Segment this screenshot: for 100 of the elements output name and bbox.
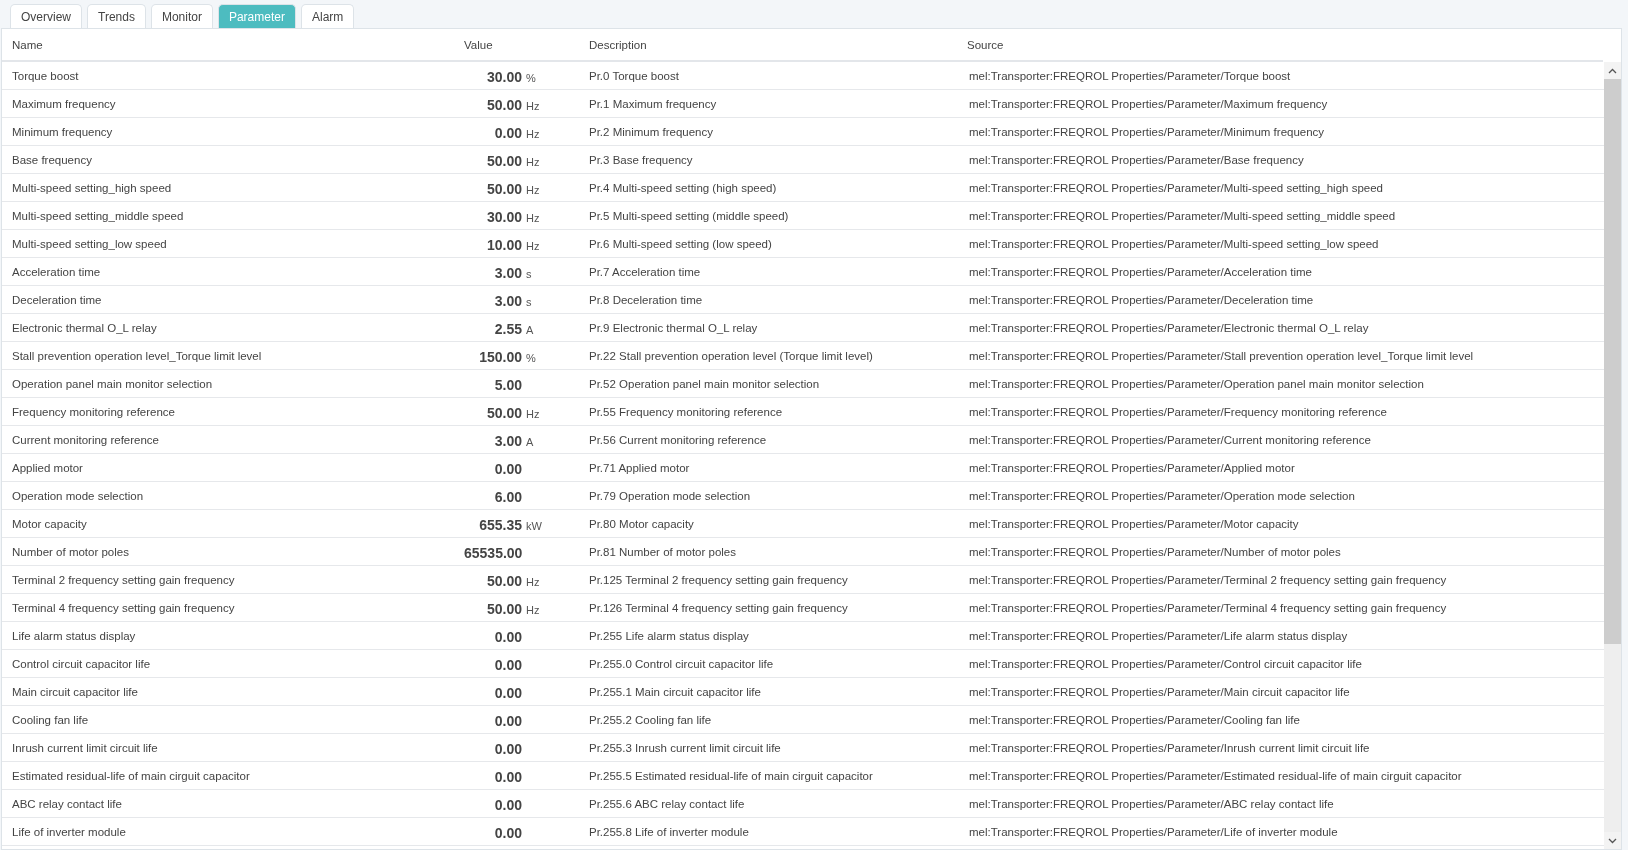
table-cell-text: Pr.255.0 Control circuit capacitor life	[588, 657, 775, 670]
value-number: 0.00	[493, 461, 522, 477]
table-cell-text: mel:Transporter:FREQROL Properties/Parameter/Operation mode selection	[968, 489, 1356, 502]
table-cell-text: Pr.56 Current monitoring reference	[588, 433, 768, 446]
value-number: 0.00	[493, 825, 522, 841]
table-cell-text: Torque boost	[11, 69, 80, 82]
table-cell-text: ABC relay contact life	[11, 797, 123, 810]
table-cell-text: Terminal 4 frequency setting gain frequency	[11, 601, 236, 614]
value-unit: Hz	[526, 100, 540, 112]
table-cell-text: Pr.52 Operation panel main monitor selection	[588, 377, 821, 390]
tab[interactable]: Overview	[10, 4, 82, 28]
table-cell-text: mel:Transporter:FREQROL Properties/Parameter/Number of motor poles	[968, 545, 1342, 558]
column-header[interactable]: Description	[579, 38, 959, 51]
table-cell-text: Multi-speed setting_high speed	[11, 181, 173, 194]
value-number: 0.00	[493, 769, 522, 785]
table-cell-text: Pr.1 Maximum frequency	[588, 97, 718, 110]
value-number: 50.00	[485, 181, 522, 197]
table-cell-text: Pr.255 Life alarm status display	[588, 629, 750, 642]
scrollbar-thumb[interactable]	[1604, 79, 1621, 644]
table-cell-text: Operation panel main monitor selection	[11, 377, 214, 390]
table-cell-text: Life of inverter module	[11, 825, 127, 838]
table-cell-text: Pr.79 Operation mode selection	[588, 489, 752, 502]
scroll-down-icon[interactable]	[1608, 837, 1617, 844]
table-cell-text: Pr.55 Frequency monitoring reference	[588, 405, 784, 418]
value-unit: Hz	[526, 212, 540, 224]
value-number: 65535.00	[464, 545, 522, 561]
table-cell-text: mel:Transporter:FREQROL Properties/Parameter/Terminal 2 frequency setting gain frequency	[968, 573, 1448, 586]
table-cell-text: mel:Transporter:FREQROL Properties/Parameter/Inrush current limit circuit life	[968, 741, 1371, 754]
table-cell-text: mel:Transporter:FREQROL Properties/Parameter/Cooling fan life	[968, 713, 1301, 726]
value-unit: s	[526, 268, 532, 280]
tab[interactable]: Alarm	[300, 4, 355, 28]
value-number: 6.00	[493, 489, 522, 505]
table-cell-text: mel:Transporter:FREQROL Properties/Parameter/Minimum frequency	[968, 125, 1326, 138]
table-cell-text: mel:Transporter:FREQROL Properties/Parameter/Deceleration time	[968, 293, 1315, 306]
value-number: 3.00	[493, 433, 522, 449]
table-cell-text: Pr.255.3 Inrush current limit circuit life	[588, 741, 782, 754]
value-number: 3.00	[493, 265, 522, 281]
value-unit: Hz	[526, 128, 540, 140]
column-header[interactable]: Value	[464, 38, 579, 51]
table-cell-text: mel:Transporter:FREQROL Properties/Parameter/Terminal 4 frequency setting gain frequency	[968, 601, 1448, 614]
table-cell-text: Pr.4 Multi-speed setting (high speed)	[588, 181, 778, 194]
scrollbar[interactable]	[1604, 62, 1621, 849]
table-cell-text: mel:Transporter:FREQROL Properties/Parameter/Acceleration time	[968, 265, 1313, 278]
table-cell-text: Pr.80 Motor capacity	[588, 517, 695, 530]
table-cell-text: Acceleration time	[11, 265, 102, 278]
value-unit: Hz	[526, 156, 540, 168]
table-cell-text: mel:Transporter:FREQROL Properties/Parameter/Applied motor	[968, 461, 1296, 474]
table-cell-text: Pr.71 Applied motor	[588, 461, 691, 474]
value-number: 0.00	[493, 713, 522, 729]
value-number: 0.00	[493, 629, 522, 645]
value-number: 50.00	[485, 97, 522, 113]
tab[interactable]: Trends	[87, 4, 146, 28]
value-number: 655.35	[478, 517, 522, 533]
value-number: 0.00	[493, 797, 522, 813]
table-cell-text: Pr.9 Electronic thermal O_L relay	[588, 321, 759, 334]
table-cell-text: Main circuit capacitor life	[11, 685, 139, 698]
table-cell-text: Pr.81 Number of motor poles	[588, 545, 737, 558]
table-cell-text: mel:Transporter:FREQROL Properties/Parameter/Base frequency	[968, 153, 1305, 166]
table-cell-text: Operation mode selection	[11, 489, 145, 502]
value-unit: Hz	[526, 184, 540, 196]
table-cell-text: Minimum frequency	[11, 125, 114, 138]
table-cell-text: mel:Transporter:FREQROL Properties/Parameter/Main circuit capacitor life	[968, 685, 1351, 698]
value-unit: Hz	[526, 240, 540, 252]
value-number: 50.00	[485, 405, 522, 421]
value-unit: Hz	[526, 408, 540, 420]
value-number: 0.00	[493, 685, 522, 701]
table-cell-text: Pr.255.2 Cooling fan life	[588, 713, 713, 726]
table-cell-text: Maximum frequency	[11, 97, 117, 110]
table-cell-text: mel:Transporter:FREQROL Properties/Parameter/Multi-speed setting_high speed	[968, 181, 1384, 194]
table-cell-text: mel:Transporter:FREQROL Properties/Parameter/Torque boost	[968, 69, 1292, 82]
table-cell-text: mel:Transporter:FREQROL Properties/Parameter/Maximum frequency	[968, 97, 1329, 110]
table-cell-text: Current monitoring reference	[11, 433, 160, 446]
value-number: 0.00	[493, 125, 522, 141]
value-number: 2.55	[493, 321, 522, 337]
table-cell-text: mel:Transporter:FREQROL Properties/Parameter/Frequency monitoring reference	[968, 405, 1388, 418]
value-unit: kW	[526, 520, 542, 532]
table-cell-text: Frequency monitoring reference	[11, 405, 176, 418]
value-unit: Hz	[526, 604, 540, 616]
column-header[interactable]: Source	[959, 38, 1603, 51]
value-number: 50.00	[485, 573, 522, 589]
tab[interactable]: Monitor	[150, 4, 213, 28]
table-cell-text: Pr.6 Multi-speed setting (low speed)	[588, 237, 773, 250]
table-cell-text: mel:Transporter:FREQROL Properties/Parameter/Control circuit capacitor life	[968, 657, 1363, 670]
value-number: 30.00	[485, 209, 522, 225]
table-cell-text: Inrush current limit circuit life	[11, 741, 159, 754]
table-cell-text: Deceleration time	[11, 293, 103, 306]
table-cell-text: Pr.255.5 Estimated residual-life of main cirguit capacitor	[588, 769, 874, 782]
scroll-up-icon[interactable]	[1608, 67, 1617, 74]
table-cell-text: Pr.125 Terminal 2 frequency setting gain frequency	[588, 573, 849, 586]
value-unit: s	[526, 296, 532, 308]
value-number: 0.00	[493, 657, 522, 673]
value-unit: Hz	[526, 576, 540, 588]
table-cell-text: Stall prevention operation level_Torque limit level	[11, 349, 263, 362]
value-unit: A	[526, 324, 534, 336]
value-number: 50.00	[485, 601, 522, 617]
table-cell-text: mel:Transporter:FREQROL Properties/Parameter/Life alarm status display	[968, 629, 1349, 642]
column-header[interactable]: Name	[2, 38, 464, 51]
table-cell-text: Multi-speed setting_low speed	[11, 237, 168, 250]
table-cell-text: Applied motor	[11, 461, 84, 474]
value-unit: %	[526, 72, 536, 84]
